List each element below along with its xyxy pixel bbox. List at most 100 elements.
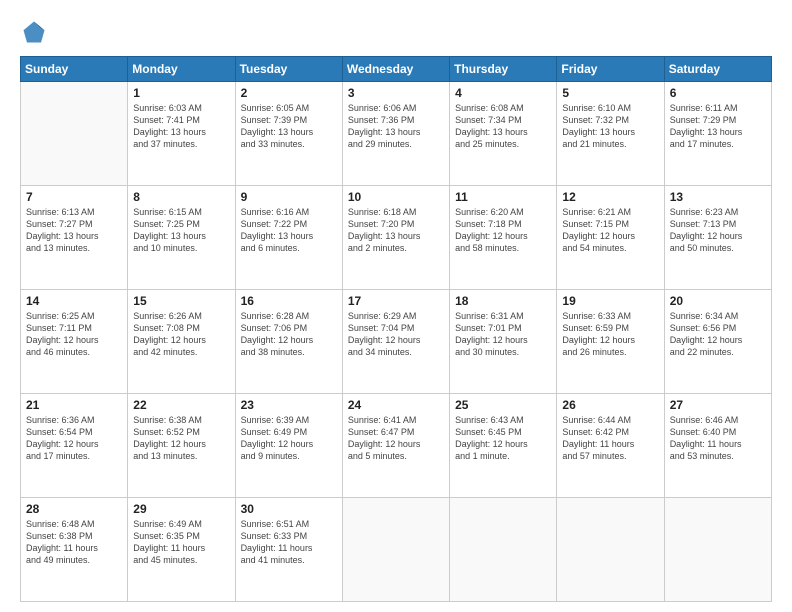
day-number: 8 (133, 190, 229, 204)
day-number: 1 (133, 86, 229, 100)
day-number: 9 (241, 190, 337, 204)
cell-details: Sunrise: 6:33 AM Sunset: 6:59 PM Dayligh… (562, 310, 658, 359)
cell-details: Sunrise: 6:43 AM Sunset: 6:45 PM Dayligh… (455, 414, 551, 463)
day-number: 4 (455, 86, 551, 100)
day-number: 5 (562, 86, 658, 100)
calendar-cell: 26 Sunrise: 6:44 AM Sunset: 6:42 PM Dayli… (557, 394, 664, 498)
cell-details: Sunrise: 6:48 AM Sunset: 6:38 PM Dayligh… (26, 518, 122, 567)
cell-details: Sunrise: 6:38 AM Sunset: 6:52 PM Dayligh… (133, 414, 229, 463)
header (20, 18, 772, 46)
day-number: 29 (133, 502, 229, 516)
day-number: 14 (26, 294, 122, 308)
cell-details: Sunrise: 6:25 AM Sunset: 7:11 PM Dayligh… (26, 310, 122, 359)
cell-details: Sunrise: 6:51 AM Sunset: 6:33 PM Dayligh… (241, 518, 337, 567)
calendar-cell: 18Sunrise: 6:31 AM Sunset: 7:01 PM Dayli… (450, 290, 557, 394)
calendar-cell: 24 Sunrise: 6:41 AM Sunset: 6:47 PM Dayli… (342, 394, 449, 498)
week-row-5: 28 Sunrise: 6:48 AM Sunset: 6:38 PM Dayli… (21, 498, 772, 602)
weekday-header-thursday: Thursday (450, 57, 557, 82)
cell-details: Sunrise: 6:21 AM Sunset: 7:15 PM Dayligh… (562, 206, 658, 255)
cell-details: Sunrise: 6:15 AM Sunset: 7:25 PM Dayligh… (133, 206, 229, 255)
calendar-cell: 9Sunrise: 6:16 AM Sunset: 7:22 PM Daylig… (235, 186, 342, 290)
logo (20, 18, 52, 46)
weekday-header-row: SundayMondayTuesdayWednesdayThursdayFrid… (21, 57, 772, 82)
calendar-cell: 27Sunrise: 6:46 AM Sunset: 6:40 PM Dayli… (664, 394, 771, 498)
day-number: 2 (241, 86, 337, 100)
calendar-cell: 25 Sunrise: 6:43 AM Sunset: 6:45 PM Dayli… (450, 394, 557, 498)
calendar-cell: 5 Sunrise: 6:10 AM Sunset: 7:32 PM Daylig… (557, 82, 664, 186)
day-number: 26 (562, 398, 658, 412)
cell-details: Sunrise: 6:49 AM Sunset: 6:35 PM Dayligh… (133, 518, 229, 567)
day-number: 28 (26, 502, 122, 516)
day-number: 24 (348, 398, 444, 412)
calendar-cell (557, 498, 664, 602)
day-number: 22 (133, 398, 229, 412)
day-number: 18 (455, 294, 551, 308)
cell-details: Sunrise: 6:28 AM Sunset: 7:06 PM Dayligh… (241, 310, 337, 359)
cell-details: Sunrise: 6:29 AM Sunset: 7:04 PM Dayligh… (348, 310, 444, 359)
day-number: 20 (670, 294, 766, 308)
calendar-cell: 17 Sunrise: 6:29 AM Sunset: 7:04 PM Dayli… (342, 290, 449, 394)
weekday-header-friday: Friday (557, 57, 664, 82)
day-number: 12 (562, 190, 658, 204)
day-number: 25 (455, 398, 551, 412)
calendar-cell: 3 Sunrise: 6:06 AM Sunset: 7:36 PM Daylig… (342, 82, 449, 186)
cell-details: Sunrise: 6:20 AM Sunset: 7:18 PM Dayligh… (455, 206, 551, 255)
logo-icon (20, 18, 48, 46)
cell-details: Sunrise: 6:06 AM Sunset: 7:36 PM Dayligh… (348, 102, 444, 151)
day-number: 6 (670, 86, 766, 100)
day-number: 16 (241, 294, 337, 308)
cell-details: Sunrise: 6:03 AM Sunset: 7:41 PM Dayligh… (133, 102, 229, 151)
calendar-cell: 29 Sunrise: 6:49 AM Sunset: 6:35 PM Dayli… (128, 498, 235, 602)
calendar-cell: 21 Sunrise: 6:36 AM Sunset: 6:54 PM Dayli… (21, 394, 128, 498)
cell-details: Sunrise: 6:13 AM Sunset: 7:27 PM Dayligh… (26, 206, 122, 255)
cell-details: Sunrise: 6:11 AM Sunset: 7:29 PM Dayligh… (670, 102, 766, 151)
calendar-cell: 19 Sunrise: 6:33 AM Sunset: 6:59 PM Dayli… (557, 290, 664, 394)
cell-details: Sunrise: 6:18 AM Sunset: 7:20 PM Dayligh… (348, 206, 444, 255)
cell-details: Sunrise: 6:36 AM Sunset: 6:54 PM Dayligh… (26, 414, 122, 463)
week-row-3: 14 Sunrise: 6:25 AM Sunset: 7:11 PM Dayli… (21, 290, 772, 394)
calendar-cell: 15 Sunrise: 6:26 AM Sunset: 7:08 PM Dayli… (128, 290, 235, 394)
calendar-cell: 6 Sunrise: 6:11 AM Sunset: 7:29 PM Daylig… (664, 82, 771, 186)
calendar-cell: 28 Sunrise: 6:48 AM Sunset: 6:38 PM Dayli… (21, 498, 128, 602)
calendar-cell: 20 Sunrise: 6:34 AM Sunset: 6:56 PM Dayli… (664, 290, 771, 394)
cell-details: Sunrise: 6:26 AM Sunset: 7:08 PM Dayligh… (133, 310, 229, 359)
day-number: 15 (133, 294, 229, 308)
calendar-cell: 8 Sunrise: 6:15 AM Sunset: 7:25 PM Daylig… (128, 186, 235, 290)
calendar-cell: 14 Sunrise: 6:25 AM Sunset: 7:11 PM Dayli… (21, 290, 128, 394)
calendar-cell: 2 Sunrise: 6:05 AM Sunset: 7:39 PM Daylig… (235, 82, 342, 186)
cell-details: Sunrise: 6:34 AM Sunset: 6:56 PM Dayligh… (670, 310, 766, 359)
calendar-cell: 1 Sunrise: 6:03 AM Sunset: 7:41 PM Daylig… (128, 82, 235, 186)
calendar-cell: 23Sunrise: 6:39 AM Sunset: 6:49 PM Dayli… (235, 394, 342, 498)
day-number: 11 (455, 190, 551, 204)
weekday-header-saturday: Saturday (664, 57, 771, 82)
cell-details: Sunrise: 6:10 AM Sunset: 7:32 PM Dayligh… (562, 102, 658, 151)
day-number: 3 (348, 86, 444, 100)
week-row-4: 21 Sunrise: 6:36 AM Sunset: 6:54 PM Dayli… (21, 394, 772, 498)
calendar-cell: 4 Sunrise: 6:08 AM Sunset: 7:34 PM Daylig… (450, 82, 557, 186)
cell-details: Sunrise: 6:23 AM Sunset: 7:13 PM Dayligh… (670, 206, 766, 255)
cell-details: Sunrise: 6:44 AM Sunset: 6:42 PM Dayligh… (562, 414, 658, 463)
calendar-cell: 22 Sunrise: 6:38 AM Sunset: 6:52 PM Dayli… (128, 394, 235, 498)
day-number: 27 (670, 398, 766, 412)
calendar-cell (21, 82, 128, 186)
weekday-header-tuesday: Tuesday (235, 57, 342, 82)
day-number: 17 (348, 294, 444, 308)
week-row-2: 7Sunrise: 6:13 AM Sunset: 7:27 PM Daylig… (21, 186, 772, 290)
calendar-cell (342, 498, 449, 602)
calendar-cell: 7Sunrise: 6:13 AM Sunset: 7:27 PM Daylig… (21, 186, 128, 290)
cell-details: Sunrise: 6:41 AM Sunset: 6:47 PM Dayligh… (348, 414, 444, 463)
calendar-table: SundayMondayTuesdayWednesdayThursdayFrid… (20, 56, 772, 602)
calendar-cell (664, 498, 771, 602)
day-number: 21 (26, 398, 122, 412)
day-number: 19 (562, 294, 658, 308)
calendar-cell (450, 498, 557, 602)
calendar-cell: 11 Sunrise: 6:20 AM Sunset: 7:18 PM Dayli… (450, 186, 557, 290)
cell-details: Sunrise: 6:08 AM Sunset: 7:34 PM Dayligh… (455, 102, 551, 151)
day-number: 30 (241, 502, 337, 516)
day-number: 10 (348, 190, 444, 204)
calendar-cell: 13Sunrise: 6:23 AM Sunset: 7:13 PM Dayli… (664, 186, 771, 290)
calendar-cell: 16 Sunrise: 6:28 AM Sunset: 7:06 PM Dayli… (235, 290, 342, 394)
cell-details: Sunrise: 6:39 AM Sunset: 6:49 PM Dayligh… (241, 414, 337, 463)
weekday-header-wednesday: Wednesday (342, 57, 449, 82)
cell-details: Sunrise: 6:05 AM Sunset: 7:39 PM Dayligh… (241, 102, 337, 151)
